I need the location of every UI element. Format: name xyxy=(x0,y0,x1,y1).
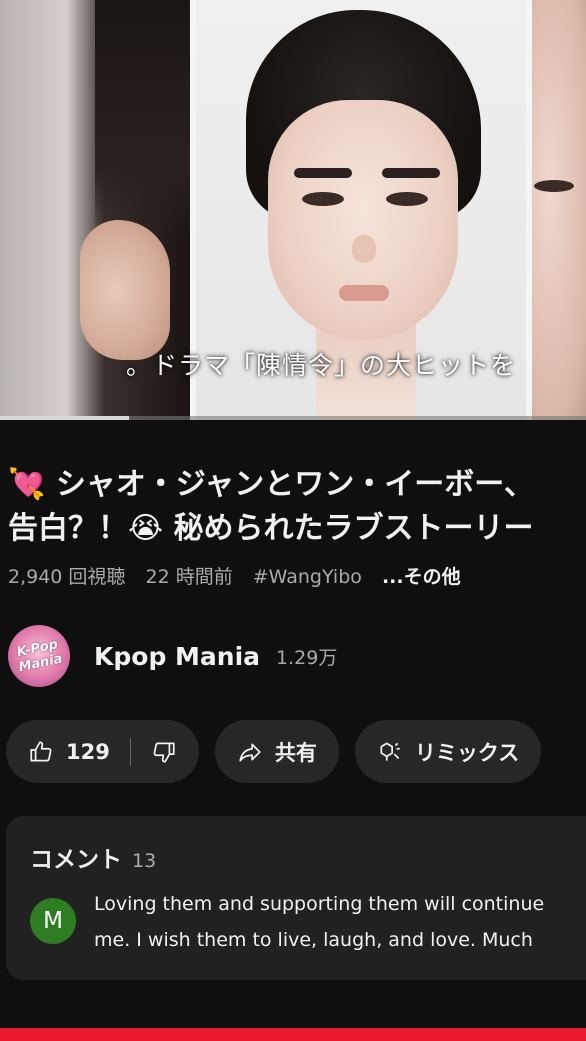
like-button[interactable]: 129 xyxy=(28,739,110,765)
video-frame-eye-far-right xyxy=(534,180,574,192)
channel-avatar[interactable]: K-Pop Mania xyxy=(8,625,70,687)
crying-emoji-icon: 😭 xyxy=(128,511,164,546)
remix-icon xyxy=(380,741,400,761)
action-bar: 129 共有 リミックス xyxy=(6,720,542,783)
video-progress-fill xyxy=(0,416,129,420)
heart-emoji-icon: 💘 xyxy=(8,467,46,502)
comment-line-2: me. I wish them to live, laugh, and love… xyxy=(94,929,533,951)
video-frame-brow-left xyxy=(294,168,352,178)
video-frame-face xyxy=(268,100,458,340)
video-title-line-2: 告白？！😭 秘められたラブストーリー xyxy=(8,507,586,551)
video-title[interactable]: 💘 シャオ・ジャンとワン・イーボー、 告白？！😭 秘められたラブストーリー xyxy=(8,463,586,551)
comments-panel[interactable]: コメント 13 M Loving them and supporting them… xyxy=(6,816,586,980)
dislike-button[interactable] xyxy=(151,739,177,765)
video-player[interactable]: 。ドラマ「陳情令」の大ヒットを xyxy=(0,0,586,420)
like-count: 129 xyxy=(66,739,110,764)
video-frame-brow-right xyxy=(382,168,440,178)
video-frame-hair xyxy=(95,0,195,240)
video-title-text-1: シャオ・ジャンとワン・イーボー、 xyxy=(55,467,535,502)
thumbs-up-icon xyxy=(30,740,52,762)
share-button[interactable]: 共有 xyxy=(214,720,339,783)
more-description-button[interactable]: ...その他 xyxy=(382,566,461,588)
video-title-text-2a: 告白？！ xyxy=(8,511,128,546)
video-progress-bar[interactable] xyxy=(0,416,586,420)
video-frame-ear xyxy=(80,220,170,360)
next-content-strip xyxy=(0,1028,586,1041)
thumbs-down-icon xyxy=(153,741,175,763)
channel-row[interactable]: K-Pop Mania Kpop Mania 1.29万 xyxy=(8,625,337,687)
hashtag-link[interactable]: #WangYibo xyxy=(253,566,362,588)
commenter-avatar: M xyxy=(30,898,76,944)
video-title-line-1: 💘 シャオ・ジャンとワン・イーボー、 xyxy=(8,463,586,507)
like-dislike-separator xyxy=(129,737,131,766)
comment-line-1: Loving them and supporting them will con… xyxy=(94,893,545,915)
share-label: 共有 xyxy=(274,740,317,765)
comments-header: コメント 13 xyxy=(30,840,156,874)
video-frame-eye-right xyxy=(386,192,428,206)
subscriber-count: 1.29万 xyxy=(276,646,338,669)
view-count: 2,940 回視聴 xyxy=(8,566,126,588)
comments-title: コメント xyxy=(30,847,122,873)
share-arrow-icon xyxy=(239,743,261,762)
remix-label: リミックス xyxy=(414,740,520,765)
remix-button[interactable]: リミックス xyxy=(354,720,542,783)
channel-avatar-logo-text: K-Pop Mania xyxy=(15,637,64,676)
comments-count: 13 xyxy=(132,850,157,872)
video-subtitle: 。ドラマ「陳情令」の大ヒットを xyxy=(126,351,517,380)
video-frame-eye-left xyxy=(302,192,344,206)
like-dislike-pill: 129 xyxy=(6,720,199,783)
upload-time: 22 時間前 xyxy=(145,566,233,588)
video-frame-nose xyxy=(352,235,376,263)
channel-name[interactable]: Kpop Mania xyxy=(94,642,260,671)
video-title-text-2b: 秘められたラブストーリー xyxy=(173,511,534,546)
video-frame-right xyxy=(532,0,586,420)
comment-preview: Loving them and supporting them will con… xyxy=(94,886,586,958)
video-frame-lips xyxy=(339,285,389,301)
video-meta[interactable]: 2,940 回視聴 22 時間前 #WangYibo ...その他 xyxy=(8,562,475,589)
